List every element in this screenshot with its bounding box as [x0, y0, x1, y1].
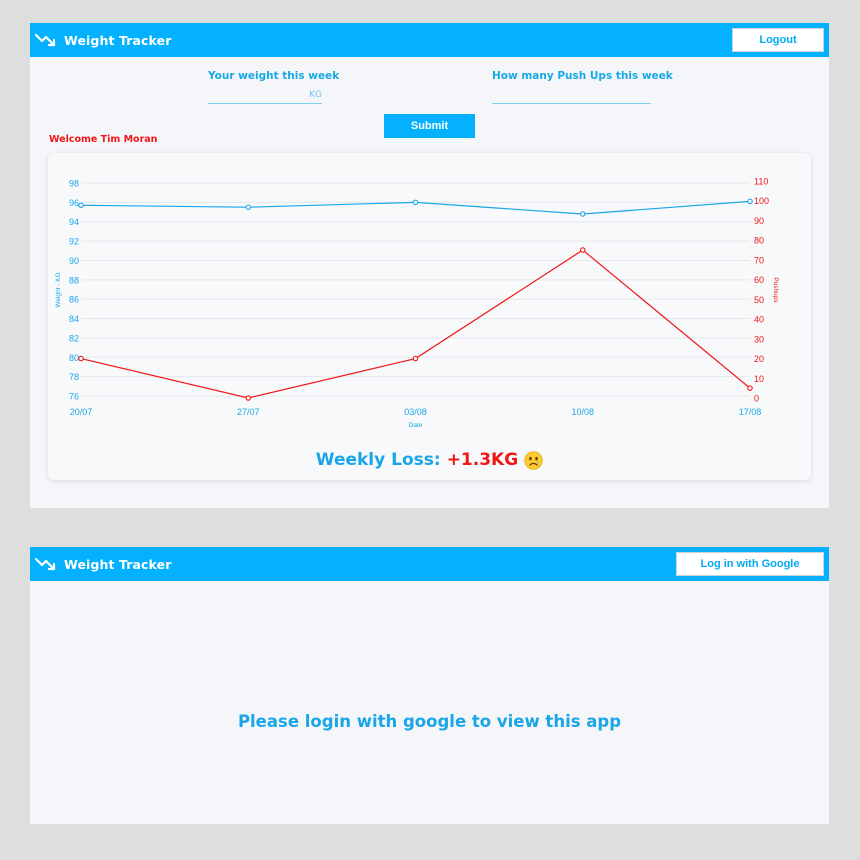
- y2-tick-label: 70: [754, 255, 764, 265]
- summary-label: Weekly Loss:: [315, 450, 441, 470]
- google-login-button[interactable]: Log in with Google: [676, 552, 824, 576]
- pushups-data-point: [245, 395, 252, 401]
- x-tick-label: 20/07: [70, 407, 93, 417]
- weight-pushups-chart: 9896949290888684828078761101009080706050…: [55, 177, 779, 430]
- weight-data-point: [78, 202, 84, 209]
- sad-face-icon: [524, 450, 543, 470]
- pushups-data-point: [412, 355, 419, 362]
- trending-down-icon: [35, 33, 57, 47]
- logout-button[interactable]: Logout: [732, 28, 824, 52]
- y2-tick-label: 10: [754, 374, 764, 384]
- app-bar: Weight Tracker Logout: [30, 23, 829, 57]
- x-axis-title: Date: [409, 422, 423, 429]
- app-title: Weight Tracker: [64, 556, 172, 572]
- y2-tick-label: 110: [754, 177, 768, 187]
- login-screen: Weight Tracker Log in with Google Please…: [30, 547, 829, 824]
- welcome-message: Welcome Tim Moran: [49, 134, 158, 145]
- y-tick-label: 92: [69, 237, 79, 247]
- weight-input[interactable]: [208, 87, 322, 104]
- trending-down-icon: [35, 557, 57, 571]
- app-bar: Weight Tracker Log in with Google: [30, 547, 829, 581]
- x-tick-label: 27/07: [237, 407, 260, 417]
- dashboard-screen: Weight Tracker Logout Your weight this w…: [30, 23, 829, 508]
- pushups-input[interactable]: [492, 87, 651, 104]
- weight-data-point: [412, 199, 419, 206]
- y-tick-label: 78: [69, 372, 79, 382]
- submit-button[interactable]: Submit: [384, 114, 475, 138]
- y-tick-label: 76: [69, 392, 79, 402]
- brand[interactable]: Weight Tracker: [35, 31, 171, 49]
- y-tick-label: 98: [69, 179, 79, 189]
- y2-tick-label: 20: [754, 354, 764, 364]
- y-tick-label: 90: [69, 256, 79, 266]
- y-tick-label: 94: [69, 217, 79, 227]
- pushups-data-point: [747, 385, 753, 391]
- y2-axis-title: Pushups: [772, 277, 779, 303]
- weight-data-point: [579, 211, 586, 217]
- y2-tick-label: 40: [754, 315, 764, 325]
- y2-tick-label: 30: [754, 334, 764, 344]
- y2-tick-label: 60: [754, 275, 764, 285]
- weight-data-point: [245, 204, 252, 210]
- x-tick-label: 03/08: [404, 407, 427, 417]
- pushups-field-label: How many Push Ups this week: [492, 70, 673, 82]
- y-axis-title: Weight - KG: [55, 272, 62, 307]
- summary-value: +1.3KG: [446, 450, 519, 470]
- y2-tick-label: 0: [754, 394, 759, 404]
- y2-tick-label: 90: [754, 216, 764, 226]
- y-tick-label: 84: [69, 314, 79, 324]
- login-prompt: Please login with google to view this ap…: [237, 712, 622, 731]
- chart-card: 98 96 94 92 90 88 86 84 82 80 78 76 110 100 90 80 70 60 50…: [48, 153, 811, 480]
- y2-tick-label: 80: [754, 236, 764, 246]
- weekly-summary: Weekly Loss: +1.3KG: [48, 450, 811, 470]
- y2-tick-label: 100: [754, 196, 769, 206]
- pushups-series-line: [80, 249, 751, 399]
- y-tick-label: 80: [69, 353, 79, 363]
- x-tick-label: 17/08: [739, 407, 762, 417]
- weight-field-label: Your weight this week: [208, 70, 340, 82]
- weight-data-point: [747, 198, 753, 205]
- pushups-data-point: [579, 247, 586, 253]
- y-tick-label: 88: [69, 275, 79, 285]
- y-tick-label: 96: [69, 198, 79, 208]
- app-title: Weight Tracker: [64, 32, 172, 48]
- pushups-data-point: [78, 355, 84, 362]
- y2-tick-label: 50: [754, 295, 764, 305]
- y-tick-label: 82: [69, 333, 79, 343]
- y-tick-label: 86: [69, 295, 79, 305]
- x-tick-label: 10/08: [571, 407, 594, 417]
- brand[interactable]: Weight Tracker: [35, 555, 171, 573]
